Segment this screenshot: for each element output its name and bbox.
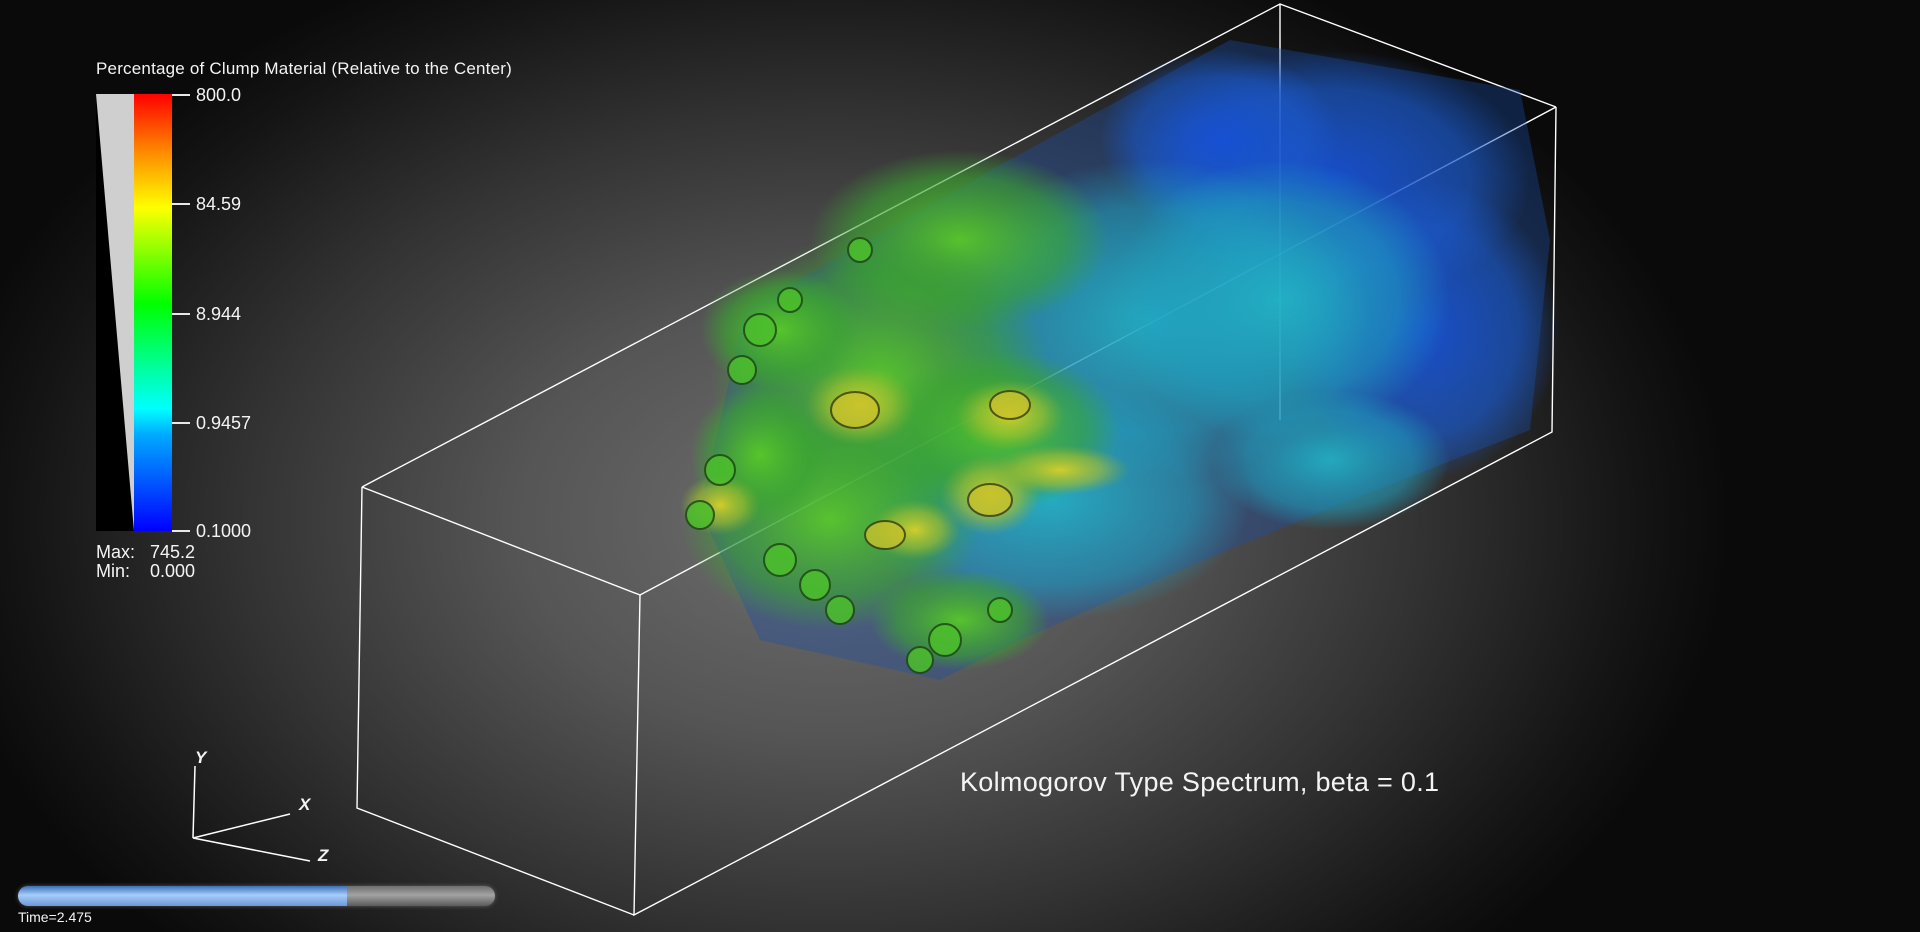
legend-min-value: 0.000 — [150, 561, 196, 581]
z-axis-line — [192, 837, 311, 862]
legend-min-row: Min: 0.000 — [96, 561, 195, 581]
orientation-axes — [192, 765, 311, 862]
legend-max-row: Max: 745.2 — [96, 542, 195, 562]
legend-tick-label: 800.0 — [196, 85, 242, 105]
legend-max-value: 745.2 — [150, 542, 196, 562]
x-axis-line — [192, 813, 291, 839]
x-axis-label: X — [299, 795, 311, 814]
time-slider[interactable] — [18, 886, 495, 906]
time-readout: Time=2.475 — [18, 909, 92, 925]
legend-title: Percentage of Clump Material (Relative t… — [96, 59, 512, 78]
legend-tick-label: 8.944 — [196, 304, 242, 324]
color-bar-ticks — [172, 94, 190, 532]
color-legend — [96, 94, 190, 532]
time-slider-fill — [18, 886, 348, 906]
legend-tick-label: 0.9457 — [196, 413, 252, 433]
color-bar — [134, 94, 172, 531]
legend-min-label: Min: — [96, 561, 131, 581]
turbulent-clump-volume — [680, 40, 1560, 680]
y-axis-line — [192, 765, 196, 839]
z-axis-label: Z — [318, 846, 329, 865]
scene-caption: Kolmogorov Type Spectrum, beta = 0.1 — [960, 767, 1440, 797]
legend-tick-label: 0.1000 — [196, 521, 252, 541]
legend-max-label: Max: — [96, 542, 136, 562]
render-viewport[interactable]: Percentage of Clump Material (Relative t… — [0, 0, 1920, 932]
y-axis-label: Y — [195, 748, 207, 767]
legend-tick-label: 84.59 — [196, 194, 242, 214]
